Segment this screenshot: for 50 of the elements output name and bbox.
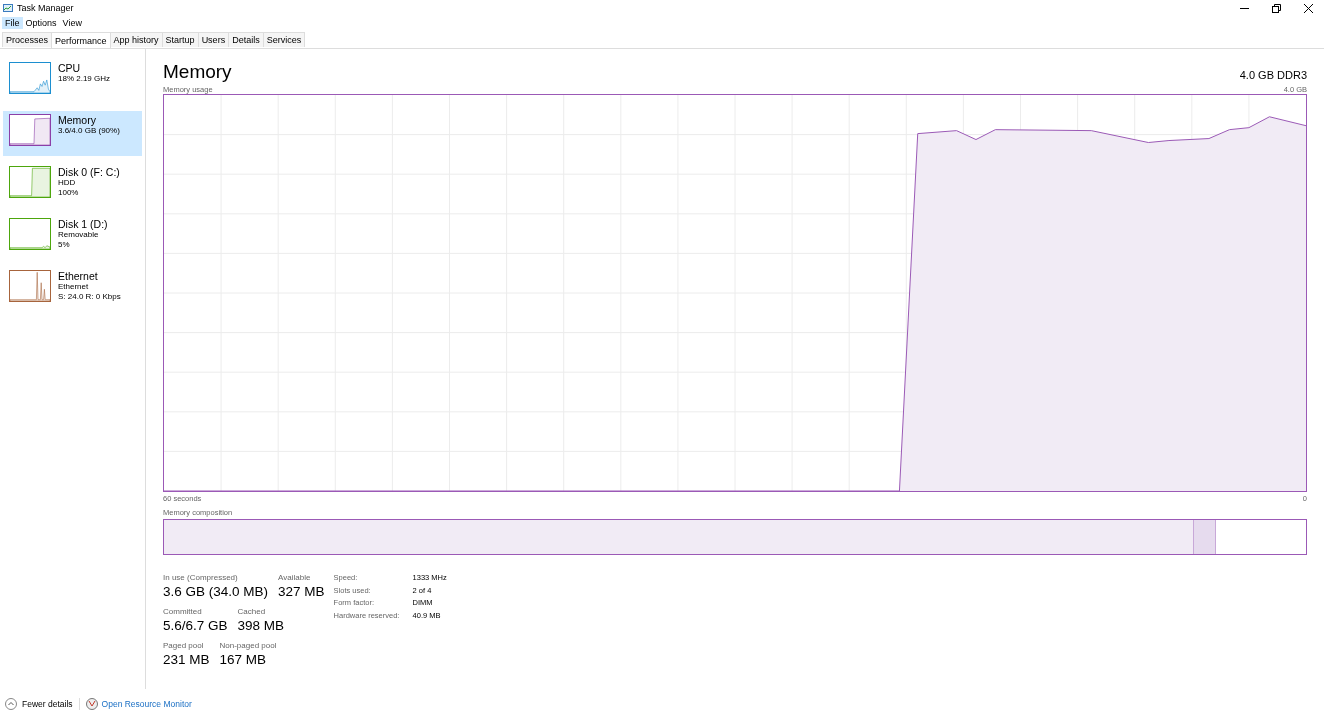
stat-value: 3.6 GB (34.0 MB)	[163, 583, 269, 600]
item-detail: S: 24.0 R: 0 Kbps	[58, 292, 121, 302]
stat-value: 5.6/6.7 GB	[163, 617, 228, 634]
item-detail: Removable	[58, 230, 100, 240]
stat-label: Non-paged pool	[219, 640, 277, 651]
item-name: Disk 0 (F: C:)	[58, 166, 120, 178]
stat-value: 327 MB	[278, 583, 325, 600]
item-name: Ethernet	[58, 270, 99, 282]
item-detail: HDD	[58, 178, 77, 188]
stat-value: 231 MB	[163, 651, 210, 668]
item-name: CPU	[58, 62, 82, 74]
tab[interactable]: Performance	[51, 32, 111, 48]
sidebar-item[interactable]: Disk 1 (D:) Removable 5%	[3, 215, 142, 260]
sidebar-item[interactable]: CPU 18% 2.19 GHz	[3, 59, 142, 104]
section-title: Memory	[163, 61, 232, 83]
stat-label: Committed	[163, 606, 203, 617]
item-detail: 100%	[58, 188, 80, 198]
tab[interactable]: Startup	[161, 32, 199, 47]
restore-icon	[1271, 3, 1281, 13]
window-title: Task Manager	[17, 3, 75, 13]
gauge-icon	[85, 698, 98, 710]
fewer-details-button[interactable]: Fewer details	[5, 698, 73, 710]
sidebar-item[interactable]: Ethernet Ethernet S: 24.0 R: 0 Kbps	[3, 267, 142, 312]
item-detail: 3.6/4.0 GB (90%)	[58, 126, 120, 136]
memory-spec: 4.0 GB DDR3	[1239, 69, 1307, 81]
tab[interactable]: Processes	[2, 32, 53, 47]
item-detail: 5%	[58, 240, 71, 250]
menu-item[interactable]: View	[59, 17, 85, 29]
resource-monitor-link[interactable]: Open Resource Monitor	[85, 698, 192, 710]
stat-label: Available	[278, 572, 312, 583]
item-name: Memory	[58, 114, 97, 126]
chevron-up-icon	[5, 698, 17, 710]
stat-label: Paged pool	[163, 640, 205, 651]
item-name: Disk 1 (D:)	[58, 218, 108, 230]
item-detail: 18% 2.19 GHz	[58, 74, 111, 84]
tab[interactable]: Details	[228, 32, 264, 47]
menu-item[interactable]: Options	[22, 17, 60, 29]
item-detail: Ethernet	[58, 282, 90, 292]
stat-value: 167 MB	[219, 651, 268, 668]
tab[interactable]: App history	[109, 32, 163, 47]
sidebar-item[interactable]: Disk 0 (F: C:) HDD 100%	[3, 163, 142, 208]
close-icon	[1303, 3, 1313, 13]
stat-value: 398 MB	[237, 617, 285, 634]
app-icon	[3, 3, 13, 13]
stat-label: Cached	[237, 606, 267, 617]
sidebar-item[interactable]: Memory 3.6/4.0 GB (90%)	[3, 111, 142, 156]
tab[interactable]: Users	[197, 32, 230, 47]
menu-item[interactable]: File	[2, 17, 23, 29]
tab[interactable]: Services	[262, 32, 306, 47]
stat-label: In use (Compressed)	[163, 572, 239, 583]
